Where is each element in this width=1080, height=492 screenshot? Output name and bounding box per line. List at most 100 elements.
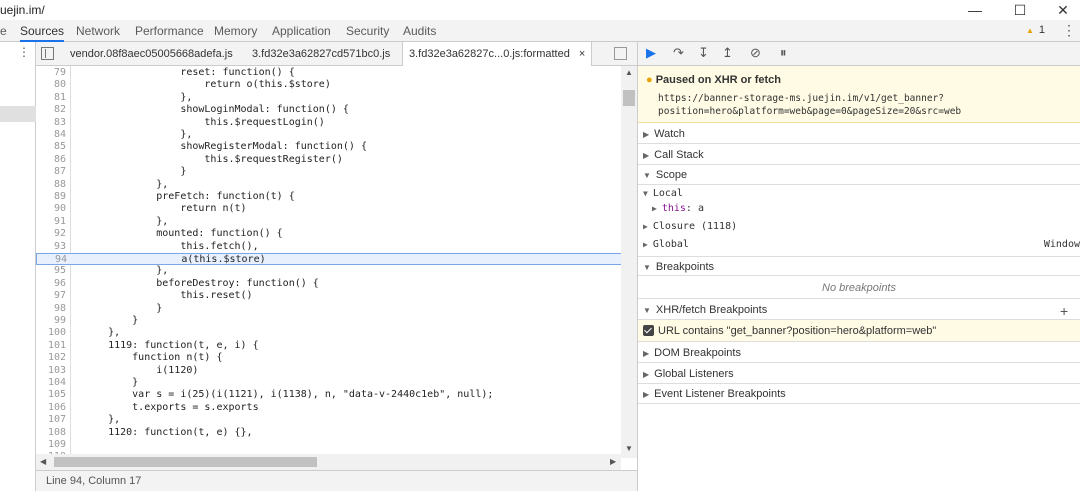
close-window-button[interactable]: ✕ (1048, 0, 1078, 20)
code-line[interactable]: 92 mounted: function() { (36, 228, 626, 240)
line-number[interactable]: 92 (36, 228, 66, 240)
line-number[interactable]: 101 (36, 340, 66, 352)
line-number[interactable]: 87 (36, 166, 66, 178)
code-line[interactable]: 109 (36, 439, 626, 451)
code-line[interactable]: 91 }, (36, 216, 626, 228)
resume-icon[interactable]: ▶ (646, 46, 656, 60)
close-tab-icon[interactable]: × (579, 48, 585, 60)
line-number[interactable]: 107 (36, 414, 66, 426)
tab-network[interactable]: Network (76, 20, 120, 42)
global-listeners-section[interactable]: ▶ Global Listeners (638, 364, 1080, 384)
code-line[interactable]: 101 1119: function(t, e, i) { (36, 340, 626, 352)
editor-horizontal-scrollbar[interactable]: ◀ ▶ (36, 454, 621, 470)
code-line[interactable]: 87 } (36, 166, 626, 178)
tab-memory[interactable]: Memory (214, 20, 257, 42)
dom-breakpoints-section[interactable]: ▶ DOM Breakpoints (638, 343, 1080, 363)
code-line[interactable]: 83 this.$requestLogin() (36, 117, 626, 129)
tab-performance[interactable]: Performance (135, 20, 204, 42)
line-number[interactable]: 109 (36, 439, 66, 451)
navigator-more-icon[interactable]: ⋮ (18, 45, 30, 59)
line-number[interactable]: 103 (36, 365, 66, 377)
line-number[interactable]: 96 (36, 278, 66, 290)
code-line[interactable]: 99 } (36, 315, 626, 327)
step-out-icon[interactable]: ↥ (722, 46, 733, 60)
code-line[interactable]: 81 }, (36, 92, 626, 104)
code-line[interactable]: 84 }, (36, 129, 626, 141)
scope-closure[interactable]: ▶ Closure (1118) (643, 220, 737, 234)
line-number[interactable]: 108 (36, 427, 66, 439)
code-line[interactable]: 96 beforeDestroy: function() { (36, 278, 626, 290)
toggle-debugger-icon[interactable] (614, 47, 627, 60)
code-line[interactable]: 82 showLoginModal: function() { (36, 104, 626, 116)
code-line[interactable]: 103 i(1120) (36, 365, 626, 377)
code-line[interactable]: 104 } (36, 377, 626, 389)
code-line[interactable]: 98 } (36, 303, 626, 315)
tab-security[interactable]: Security (346, 20, 389, 42)
code-line[interactable]: 80 return o(this.$store) (36, 79, 626, 91)
minimize-button[interactable]: — (960, 0, 990, 20)
editor-vertical-scrollbar[interactable]: ▲ ▼ (621, 66, 637, 458)
code-line[interactable]: 89 preFetch: function(t) { (36, 191, 626, 203)
line-number[interactable]: 88 (36, 179, 66, 191)
step-into-icon[interactable]: ↧ (698, 46, 709, 60)
tab-audits[interactable]: Audits (403, 20, 436, 42)
scroll-right-icon[interactable]: ▶ (610, 457, 616, 466)
call-stack-section[interactable]: ▶ Call Stack (638, 145, 1080, 165)
deactivate-breakpoints-icon[interactable]: ⊘ (750, 46, 761, 60)
breakpoints-section[interactable]: ▼ Breakpoints (638, 256, 1080, 276)
tab-partial[interactable]: e (0, 20, 7, 42)
line-number[interactable]: 99 (36, 315, 66, 327)
line-number[interactable]: 86 (36, 154, 66, 166)
code-line[interactable]: 88 }, (36, 179, 626, 191)
line-number[interactable]: 80 (36, 79, 66, 91)
line-number[interactable]: 104 (36, 377, 66, 389)
vertical-scroll-thumb[interactable] (623, 90, 635, 106)
code-line[interactable]: 86 this.$requestRegister() (36, 154, 626, 166)
pause-on-exceptions-icon[interactable]: ⏸ (780, 46, 787, 60)
code-line[interactable]: 102 function n(t) { (36, 352, 626, 364)
line-number[interactable]: 106 (36, 402, 66, 414)
file-tab-formatted[interactable]: 3.fd32e3a62827c...0.js:formatted × (402, 42, 593, 66)
line-number[interactable]: 79 (36, 67, 66, 79)
code-line[interactable]: 95 }, (36, 265, 626, 277)
line-number[interactable]: 90 (36, 203, 66, 215)
line-number[interactable]: 102 (36, 352, 66, 364)
code-line[interactable]: 100 }, (36, 327, 626, 339)
scope-this[interactable]: ▶ this: a (652, 202, 704, 216)
scroll-up-icon[interactable]: ▲ (625, 68, 633, 77)
code-line[interactable]: 90 return n(t) (36, 203, 626, 215)
tab-application[interactable]: Application (272, 20, 331, 42)
scroll-left-icon[interactable]: ◀ (40, 457, 46, 466)
code-line[interactable]: 93 this.fetch(), (36, 241, 626, 253)
line-number[interactable]: 98 (36, 303, 66, 315)
scroll-down-icon[interactable]: ▼ (625, 444, 633, 453)
file-tab-chunk[interactable]: 3.fd32e3a62827cd571bc0.js (252, 42, 390, 66)
line-number[interactable]: 91 (36, 216, 66, 228)
warning-counter[interactable]: ▲ 1 (1026, 24, 1045, 36)
line-number[interactable]: 97 (36, 290, 66, 302)
devtools-menu-icon[interactable]: ⋮ (1062, 22, 1076, 39)
code-line[interactable]: 79 reset: function() { (36, 67, 626, 79)
toggle-navigator-icon[interactable] (41, 47, 54, 60)
scope-global[interactable]: ▶ Global Window (643, 238, 1080, 252)
line-number[interactable]: 95 (36, 265, 66, 277)
line-number[interactable]: 85 (36, 141, 66, 153)
horizontal-scroll-thumb[interactable] (54, 457, 317, 467)
line-number[interactable]: 83 (36, 117, 66, 129)
code-editor[interactable]: 79 reset: function() {80 return o(this.$… (36, 66, 637, 470)
code-line[interactable]: 85 showRegisterModal: function() { (36, 141, 626, 153)
file-tab-vendor[interactable]: vendor.08f8aec05005668adefa.js (70, 42, 233, 66)
line-number[interactable]: 89 (36, 191, 66, 203)
xhr-breakpoint-item[interactable]: URL contains "get_banner?position=hero&p… (638, 320, 1080, 342)
line-number[interactable]: 81 (36, 92, 66, 104)
code-line-current[interactable]: 94 a(this.$store) (36, 253, 626, 266)
code-line[interactable]: 108 1120: function(t, e) {}, (36, 427, 626, 439)
code-line[interactable]: 106 t.exports = s.exports (36, 402, 626, 414)
line-number[interactable]: 93 (36, 241, 66, 253)
add-xhr-breakpoint-button[interactable]: + (1060, 303, 1068, 319)
event-listener-breakpoints-section[interactable]: ▶ Event Listener Breakpoints (638, 384, 1080, 404)
line-number[interactable]: 100 (36, 327, 66, 339)
code-line[interactable]: 105 var s = i(25)(i(1121), i(1138), n, "… (36, 389, 626, 401)
code-line[interactable]: 97 this.reset() (36, 290, 626, 302)
code-line[interactable]: 107 }, (36, 414, 626, 426)
